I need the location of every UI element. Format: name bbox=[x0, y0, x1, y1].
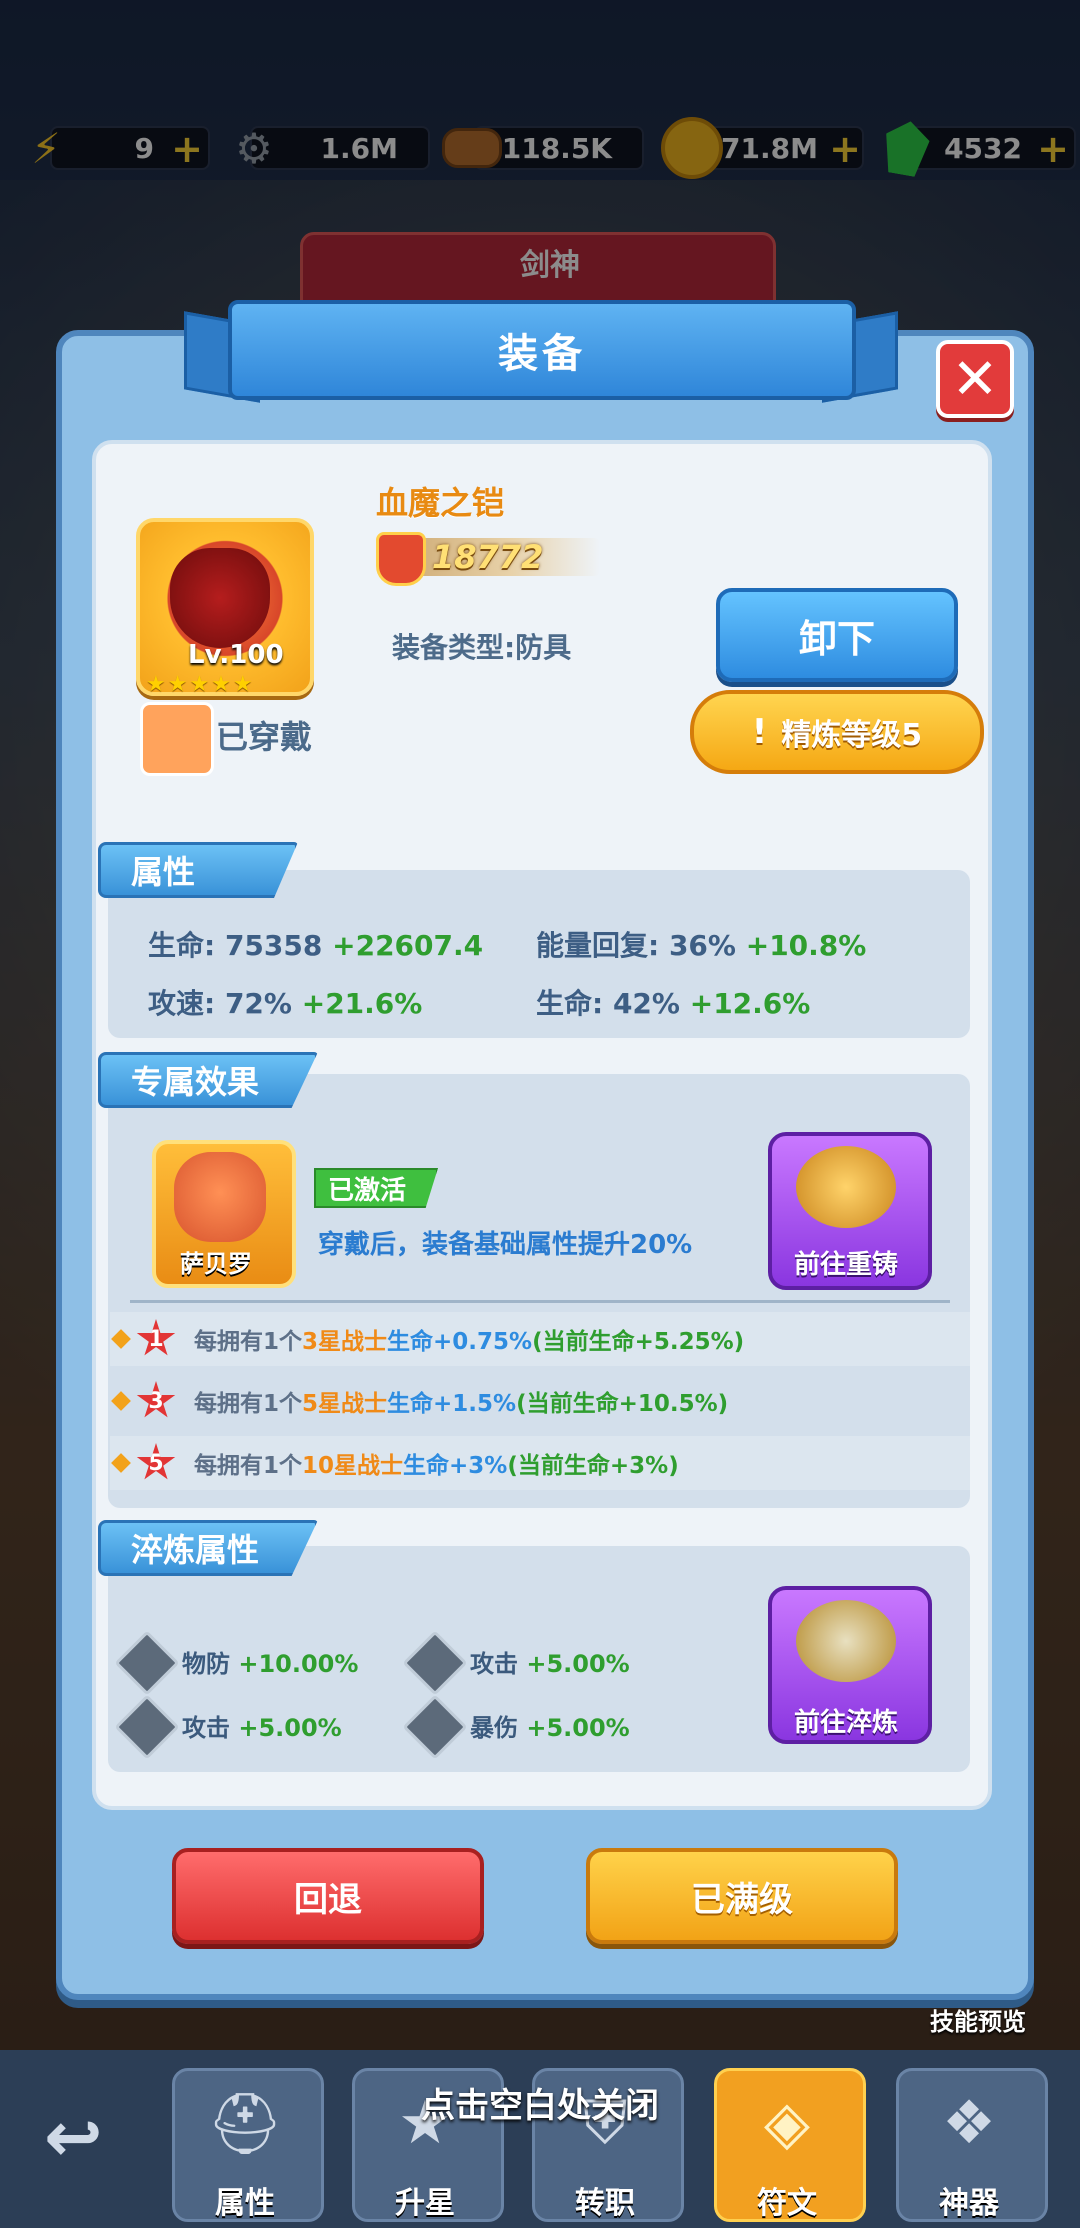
activated-badge: 已激活 bbox=[314, 1168, 438, 1208]
nav-artifacts-label: 神器 bbox=[939, 2186, 999, 2221]
equipment-name: 血魔之铠 bbox=[376, 484, 505, 522]
bullet-icon bbox=[111, 1391, 131, 1411]
refine-header: 淬炼属性 bbox=[98, 1520, 318, 1576]
exclusive-description: 穿戴后，装备基础属性提升20% bbox=[318, 1230, 693, 1260]
hammer-icon bbox=[796, 1600, 896, 1682]
equipment-stars: ★★★★★ bbox=[146, 672, 255, 697]
worn-status: 已穿戴 bbox=[216, 718, 313, 756]
skill-preview-label[interactable]: 技能预览 bbox=[930, 2002, 1026, 2037]
attr-attack-speed: 攻速: 72% +21.6% bbox=[148, 987, 423, 1020]
nav-runes-label: 符文 bbox=[757, 2186, 817, 2221]
rank-star-icon: 1 bbox=[136, 1319, 176, 1356]
wearer-avatar bbox=[140, 702, 214, 776]
nav-attributes-label: 属性 bbox=[215, 2186, 275, 2221]
refine-attr: 暴伤 +5.00% bbox=[470, 1714, 630, 1742]
back-button[interactable]: 回退 bbox=[172, 1848, 484, 1944]
equipment-type: 装备类型:防具 bbox=[392, 631, 572, 664]
nav-class-change-label: 转职 bbox=[575, 2186, 635, 2221]
exclusive-header: 专属效果 bbox=[98, 1052, 318, 1108]
refine-attr: 攻击 +5.00% bbox=[182, 1714, 342, 1742]
close-hint[interactable]: 点击空白处关闭 bbox=[0, 2078, 1080, 2127]
bonus-row: 5 每拥有1个10星战士生命+3%(当前生命+3%) bbox=[110, 1436, 970, 1490]
anvil-icon bbox=[796, 1146, 896, 1228]
nav-star-up-label: 升星 bbox=[395, 2186, 455, 2221]
temper-label: 前往淬炼 bbox=[793, 1708, 898, 1738]
refine-attr: 攻击 +5.00% bbox=[470, 1650, 630, 1678]
equipment-level: Lv.100 bbox=[188, 640, 284, 670]
bullet-icon bbox=[111, 1329, 131, 1349]
modal-title: 装备 bbox=[228, 300, 856, 400]
attr-hp-percent: 生命: 42% +12.6% bbox=[536, 987, 811, 1020]
warning-icon: ! bbox=[751, 712, 768, 752]
attr-energy-regen: 能量回复: 36% +10.8% bbox=[536, 929, 867, 962]
bonus-row: 3 每拥有1个5星战士生命+1.5%(当前生命+10.5%) bbox=[110, 1374, 970, 1428]
reforge-label: 前往重铸 bbox=[793, 1250, 898, 1280]
attributes-header: 属性 bbox=[98, 842, 298, 898]
bonus-row: 1 每拥有1个3星战士生命+0.75%(当前生命+5.25%) bbox=[110, 1312, 970, 1366]
power-icon bbox=[376, 532, 426, 586]
hero-name: 萨贝罗 bbox=[180, 1250, 252, 1278]
hero-portrait bbox=[174, 1152, 266, 1242]
refine-level-label: 精炼等级5 bbox=[781, 718, 923, 753]
close-button[interactable]: ✕ bbox=[936, 340, 1014, 418]
close-icon: ✕ bbox=[951, 346, 999, 412]
refine-attr: 物防 +10.00% bbox=[182, 1650, 359, 1678]
rank-star-icon: 5 bbox=[136, 1443, 176, 1480]
max-level-button[interactable]: 已满级 bbox=[586, 1848, 898, 1944]
rank-star-icon: 3 bbox=[136, 1381, 176, 1418]
bullet-icon bbox=[111, 1453, 131, 1473]
attr-hp: 生命: 75358 +22607.4 bbox=[148, 929, 484, 962]
divider bbox=[130, 1300, 950, 1303]
power-value: 18772 bbox=[432, 538, 544, 576]
unequip-button[interactable]: 卸下 bbox=[716, 588, 958, 682]
refine-level-button[interactable]: ! 精炼等级5 bbox=[690, 690, 984, 774]
armor-icon bbox=[170, 548, 270, 648]
